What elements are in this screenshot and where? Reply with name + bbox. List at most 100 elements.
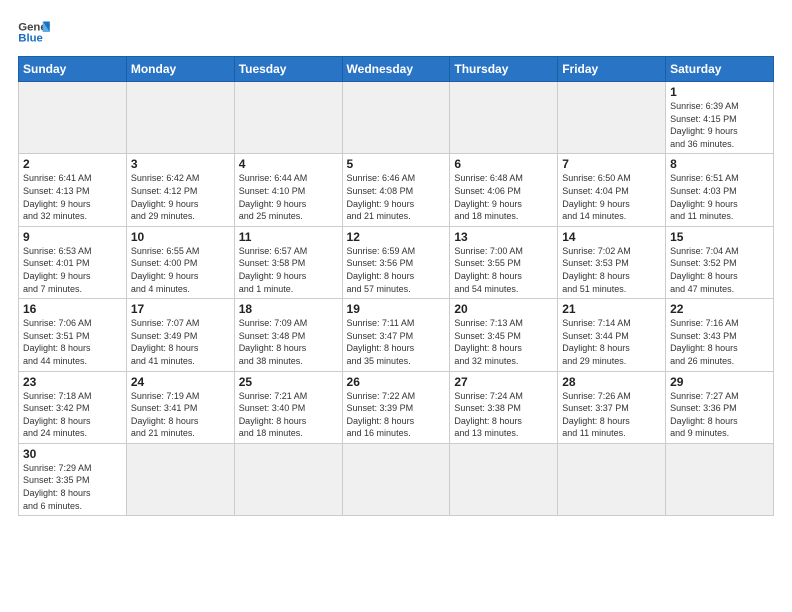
calendar-cell — [450, 82, 558, 154]
calendar-cell — [342, 82, 450, 154]
day-info: Sunrise: 6:51 AM Sunset: 4:03 PM Dayligh… — [670, 172, 769, 222]
calendar-cell: 27Sunrise: 7:24 AM Sunset: 3:38 PM Dayli… — [450, 371, 558, 443]
calendar-cell — [450, 443, 558, 515]
day-number: 9 — [23, 230, 122, 244]
day-info: Sunrise: 6:50 AM Sunset: 4:04 PM Dayligh… — [562, 172, 661, 222]
day-info: Sunrise: 7:14 AM Sunset: 3:44 PM Dayligh… — [562, 317, 661, 367]
calendar-cell: 5Sunrise: 6:46 AM Sunset: 4:08 PM Daylig… — [342, 154, 450, 226]
day-number: 21 — [562, 302, 661, 316]
calendar-cell: 9Sunrise: 6:53 AM Sunset: 4:01 PM Daylig… — [19, 226, 127, 298]
weekday-header-row: SundayMondayTuesdayWednesdayThursdayFrid… — [19, 57, 774, 82]
day-info: Sunrise: 7:06 AM Sunset: 3:51 PM Dayligh… — [23, 317, 122, 367]
week-row-3: 16Sunrise: 7:06 AM Sunset: 3:51 PM Dayli… — [19, 299, 774, 371]
weekday-header-sunday: Sunday — [19, 57, 127, 82]
day-number: 30 — [23, 447, 122, 461]
day-info: Sunrise: 6:57 AM Sunset: 3:58 PM Dayligh… — [239, 245, 338, 295]
week-row-0: 1Sunrise: 6:39 AM Sunset: 4:15 PM Daylig… — [19, 82, 774, 154]
day-number: 28 — [562, 375, 661, 389]
calendar-cell — [666, 443, 774, 515]
weekday-header-saturday: Saturday — [666, 57, 774, 82]
week-row-1: 2Sunrise: 6:41 AM Sunset: 4:13 PM Daylig… — [19, 154, 774, 226]
calendar-cell — [126, 443, 234, 515]
day-number: 1 — [670, 85, 769, 99]
calendar-cell: 1Sunrise: 6:39 AM Sunset: 4:15 PM Daylig… — [666, 82, 774, 154]
calendar-cell: 19Sunrise: 7:11 AM Sunset: 3:47 PM Dayli… — [342, 299, 450, 371]
day-info: Sunrise: 7:24 AM Sunset: 3:38 PM Dayligh… — [454, 390, 553, 440]
calendar-cell: 18Sunrise: 7:09 AM Sunset: 3:48 PM Dayli… — [234, 299, 342, 371]
calendar-cell: 13Sunrise: 7:00 AM Sunset: 3:55 PM Dayli… — [450, 226, 558, 298]
day-info: Sunrise: 7:22 AM Sunset: 3:39 PM Dayligh… — [347, 390, 446, 440]
day-number: 29 — [670, 375, 769, 389]
calendar-cell: 24Sunrise: 7:19 AM Sunset: 3:41 PM Dayli… — [126, 371, 234, 443]
header: General Blue — [18, 18, 774, 46]
day-number: 13 — [454, 230, 553, 244]
day-info: Sunrise: 7:07 AM Sunset: 3:49 PM Dayligh… — [131, 317, 230, 367]
day-info: Sunrise: 7:02 AM Sunset: 3:53 PM Dayligh… — [562, 245, 661, 295]
day-info: Sunrise: 7:21 AM Sunset: 3:40 PM Dayligh… — [239, 390, 338, 440]
day-info: Sunrise: 7:18 AM Sunset: 3:42 PM Dayligh… — [23, 390, 122, 440]
calendar-cell: 20Sunrise: 7:13 AM Sunset: 3:45 PM Dayli… — [450, 299, 558, 371]
day-number: 24 — [131, 375, 230, 389]
calendar-cell: 6Sunrise: 6:48 AM Sunset: 4:06 PM Daylig… — [450, 154, 558, 226]
calendar-cell: 10Sunrise: 6:55 AM Sunset: 4:00 PM Dayli… — [126, 226, 234, 298]
day-info: Sunrise: 6:59 AM Sunset: 3:56 PM Dayligh… — [347, 245, 446, 295]
weekday-header-tuesday: Tuesday — [234, 57, 342, 82]
calendar-cell: 30Sunrise: 7:29 AM Sunset: 3:35 PM Dayli… — [19, 443, 127, 515]
week-row-2: 9Sunrise: 6:53 AM Sunset: 4:01 PM Daylig… — [19, 226, 774, 298]
day-number: 25 — [239, 375, 338, 389]
calendar-cell: 22Sunrise: 7:16 AM Sunset: 3:43 PM Dayli… — [666, 299, 774, 371]
day-number: 3 — [131, 157, 230, 171]
day-number: 5 — [347, 157, 446, 171]
day-number: 18 — [239, 302, 338, 316]
day-info: Sunrise: 6:46 AM Sunset: 4:08 PM Dayligh… — [347, 172, 446, 222]
day-info: Sunrise: 7:13 AM Sunset: 3:45 PM Dayligh… — [454, 317, 553, 367]
calendar-cell — [558, 443, 666, 515]
weekday-header-monday: Monday — [126, 57, 234, 82]
calendar: SundayMondayTuesdayWednesdayThursdayFrid… — [18, 56, 774, 516]
calendar-cell: 7Sunrise: 6:50 AM Sunset: 4:04 PM Daylig… — [558, 154, 666, 226]
day-info: Sunrise: 6:44 AM Sunset: 4:10 PM Dayligh… — [239, 172, 338, 222]
calendar-cell: 17Sunrise: 7:07 AM Sunset: 3:49 PM Dayli… — [126, 299, 234, 371]
day-info: Sunrise: 7:04 AM Sunset: 3:52 PM Dayligh… — [670, 245, 769, 295]
day-info: Sunrise: 6:39 AM Sunset: 4:15 PM Dayligh… — [670, 100, 769, 150]
day-number: 17 — [131, 302, 230, 316]
day-number: 20 — [454, 302, 553, 316]
week-row-4: 23Sunrise: 7:18 AM Sunset: 3:42 PM Dayli… — [19, 371, 774, 443]
calendar-cell: 16Sunrise: 7:06 AM Sunset: 3:51 PM Dayli… — [19, 299, 127, 371]
calendar-cell: 26Sunrise: 7:22 AM Sunset: 3:39 PM Dayli… — [342, 371, 450, 443]
calendar-cell: 23Sunrise: 7:18 AM Sunset: 3:42 PM Dayli… — [19, 371, 127, 443]
day-number: 8 — [670, 157, 769, 171]
calendar-cell: 21Sunrise: 7:14 AM Sunset: 3:44 PM Dayli… — [558, 299, 666, 371]
day-info: Sunrise: 7:09 AM Sunset: 3:48 PM Dayligh… — [239, 317, 338, 367]
day-info: Sunrise: 7:27 AM Sunset: 3:36 PM Dayligh… — [670, 390, 769, 440]
day-info: Sunrise: 7:19 AM Sunset: 3:41 PM Dayligh… — [131, 390, 230, 440]
day-number: 26 — [347, 375, 446, 389]
day-number: 27 — [454, 375, 553, 389]
calendar-cell: 25Sunrise: 7:21 AM Sunset: 3:40 PM Dayli… — [234, 371, 342, 443]
logo: General Blue — [18, 18, 50, 46]
calendar-cell: 29Sunrise: 7:27 AM Sunset: 3:36 PM Dayli… — [666, 371, 774, 443]
calendar-cell: 14Sunrise: 7:02 AM Sunset: 3:53 PM Dayli… — [558, 226, 666, 298]
day-info: Sunrise: 6:55 AM Sunset: 4:00 PM Dayligh… — [131, 245, 230, 295]
generalblue-logo-icon: General Blue — [18, 18, 50, 46]
day-info: Sunrise: 6:48 AM Sunset: 4:06 PM Dayligh… — [454, 172, 553, 222]
calendar-cell: 11Sunrise: 6:57 AM Sunset: 3:58 PM Dayli… — [234, 226, 342, 298]
weekday-header-friday: Friday — [558, 57, 666, 82]
page: General Blue SundayMondayTuesdayWednesda… — [0, 0, 792, 612]
day-number: 16 — [23, 302, 122, 316]
day-info: Sunrise: 7:00 AM Sunset: 3:55 PM Dayligh… — [454, 245, 553, 295]
day-number: 2 — [23, 157, 122, 171]
calendar-cell: 15Sunrise: 7:04 AM Sunset: 3:52 PM Dayli… — [666, 226, 774, 298]
calendar-cell — [558, 82, 666, 154]
calendar-cell: 8Sunrise: 6:51 AM Sunset: 4:03 PM Daylig… — [666, 154, 774, 226]
day-number: 4 — [239, 157, 338, 171]
calendar-cell: 12Sunrise: 6:59 AM Sunset: 3:56 PM Dayli… — [342, 226, 450, 298]
day-number: 15 — [670, 230, 769, 244]
day-info: Sunrise: 7:26 AM Sunset: 3:37 PM Dayligh… — [562, 390, 661, 440]
day-info: Sunrise: 6:41 AM Sunset: 4:13 PM Dayligh… — [23, 172, 122, 222]
calendar-cell: 4Sunrise: 6:44 AM Sunset: 4:10 PM Daylig… — [234, 154, 342, 226]
weekday-header-thursday: Thursday — [450, 57, 558, 82]
day-number: 22 — [670, 302, 769, 316]
day-number: 11 — [239, 230, 338, 244]
calendar-cell — [126, 82, 234, 154]
